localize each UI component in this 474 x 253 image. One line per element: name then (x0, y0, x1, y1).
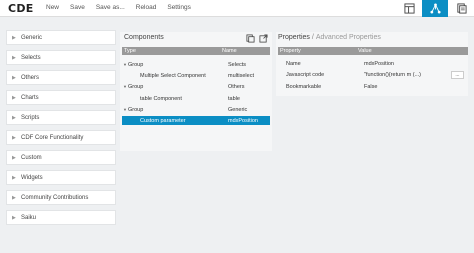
sidebar-item-label: Saiku (21, 214, 37, 221)
row-type: Group (128, 83, 144, 90)
properties-panel: Properties / Advanced Properties Property … (276, 32, 468, 96)
datasources-icon (456, 3, 467, 14)
component-palette: ▶ Generic ▶ Selects ▶ Others ▶ Charts ▶ Scrip… (6, 30, 116, 230)
components-table-header: Type Name (122, 47, 270, 55)
sidebar-item-custom[interactable]: ▶ Custom (6, 150, 116, 165)
sidebar-item-charts[interactable]: ▶ Charts (6, 90, 116, 105)
property-row[interactable]: Javascript code "function(){return m (..… (278, 70, 468, 80)
sidebar-item-community[interactable]: ▶ Community Contributions (6, 190, 116, 205)
edit-code-button[interactable]: ... (451, 71, 464, 79)
components-panel: Components Type Name ▼ Group Selects Mult… (120, 32, 272, 151)
sidebar-item-saiku[interactable]: ▶ Saiku (6, 210, 116, 225)
cde-logo: CDE (8, 2, 34, 15)
row-type: Custom parameter (140, 117, 186, 124)
chevron-right-icon: ▶ (12, 154, 16, 161)
table-row[interactable]: Multiple Select Component multiselect (122, 71, 270, 80)
save-button[interactable]: Save (70, 4, 85, 11)
row-name: Selects (228, 61, 247, 68)
sidebar-item-label: Others (21, 74, 40, 81)
advanced-properties-tab[interactable]: Advanced Properties (316, 34, 381, 41)
row-name: multiselect (228, 72, 254, 79)
components-view-button[interactable] (422, 0, 448, 17)
row-type: Group (128, 106, 144, 113)
sidebar-item-cdf-core[interactable]: ▶ CDF Core Functionality (6, 130, 116, 145)
properties-table-header: Property Value (278, 47, 468, 55)
row-type: Group (128, 61, 144, 68)
tab-separator: / (311, 34, 314, 41)
table-row-group[interactable]: ▼ Group Others (122, 82, 270, 91)
sidebar-item-label: Community Contributions (21, 194, 89, 201)
chevron-right-icon: ▶ (12, 74, 16, 81)
sidebar-item-widgets[interactable]: ▶ Widgets (6, 170, 116, 185)
column-property: Property (280, 48, 301, 54)
sidebar-item-label: Scripts (21, 114, 40, 121)
chevron-right-icon: ▶ (12, 134, 16, 141)
sidebar-item-label: Selects (21, 54, 41, 61)
components-actions (246, 34, 268, 43)
main-menu: New Save Save as... Reload Settings (46, 4, 191, 11)
table-row-group[interactable]: ▼ Group Generic (122, 105, 270, 114)
chevron-right-icon: ▶ (12, 214, 16, 221)
chevron-right-icon: ▶ (12, 94, 16, 101)
row-type: table Component (140, 95, 182, 102)
property-value[interactable]: False (358, 84, 468, 90)
chevron-right-icon: ▶ (12, 34, 16, 41)
sidebar-item-label: CDF Core Functionality (21, 134, 84, 141)
sidebar-item-label: Widgets (21, 174, 43, 181)
sidebar-item-selects[interactable]: ▶ Selects (6, 50, 116, 65)
property-value[interactable]: mdxPosition (358, 61, 468, 67)
top-toolbar: CDE New Save Save as... Reload Settings (0, 0, 474, 17)
property-row[interactable]: Name mdxPosition (278, 59, 468, 69)
chevron-right-icon: ▶ (12, 114, 16, 121)
property-name: Javascript code (286, 72, 325, 78)
reload-button[interactable]: Reload (136, 4, 157, 11)
datasources-view-button[interactable] (448, 0, 474, 17)
view-switcher (396, 0, 474, 17)
column-value: Value (358, 48, 372, 54)
column-name: Name (222, 48, 237, 54)
duplicate-icon[interactable] (246, 34, 255, 43)
properties-title-bar: Properties / Advanced Properties (278, 34, 381, 41)
table-row-group[interactable]: ▼ Group Selects (122, 60, 270, 69)
external-edit-icon[interactable] (259, 34, 268, 43)
settings-button[interactable]: Settings (167, 4, 191, 11)
property-row[interactable]: Bookmarkable False (278, 82, 468, 92)
components-icon (429, 3, 441, 14)
sidebar-item-label: Charts (21, 94, 39, 101)
table-row-selected[interactable]: Custom parameter mdxPosition (122, 116, 270, 125)
sidebar-item-generic[interactable]: ▶ Generic (6, 30, 116, 45)
layout-icon (403, 3, 415, 14)
chevron-right-icon: ▶ (12, 174, 16, 181)
properties-tab[interactable]: Properties (278, 34, 310, 41)
chevron-right-icon: ▶ (12, 194, 16, 201)
sidebar-item-label: Custom (21, 154, 42, 161)
sidebar-item-scripts[interactable]: ▶ Scripts (6, 110, 116, 125)
save-as-button[interactable]: Save as... (96, 4, 125, 11)
chevron-right-icon: ▶ (12, 54, 16, 61)
new-button[interactable]: New (46, 4, 59, 11)
layout-view-button[interactable] (396, 0, 422, 17)
row-name: Others (228, 83, 245, 90)
sidebar-item-others[interactable]: ▶ Others (6, 70, 116, 85)
sidebar-item-label: Generic (21, 34, 43, 41)
row-name: mdxPosition (228, 117, 258, 124)
property-name: Bookmarkable (286, 84, 322, 90)
row-name: table (228, 95, 240, 102)
row-name: Generic (228, 106, 248, 113)
column-type: Type (124, 48, 136, 54)
table-row[interactable]: table Component table (122, 94, 270, 103)
property-name: Name (286, 61, 301, 67)
components-title: Components (124, 34, 164, 41)
row-type: Multiple Select Component (140, 72, 206, 79)
